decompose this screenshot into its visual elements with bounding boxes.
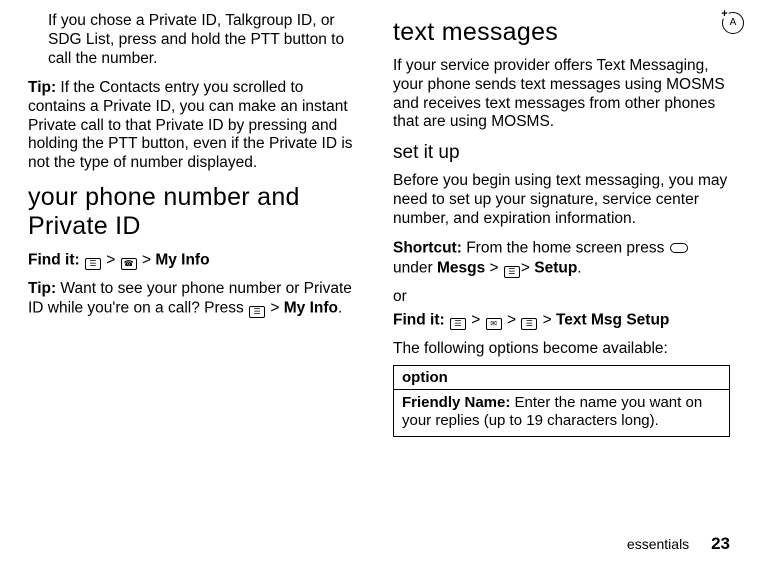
option-table: option Friendly Name: Enter the name you… (393, 365, 730, 437)
text-msg-setup-label: Text Msg Setup (556, 312, 669, 329)
page-footer: essentials 23 (627, 534, 730, 554)
right-paragraph-1: If your service provider offers Text Mes… (393, 57, 730, 133)
menu-icon: ☰ (85, 251, 101, 270)
tip-text: If the Contacts entry you scrolled to co… (28, 79, 353, 172)
friendly-name-label: Friendly Name: (402, 394, 510, 411)
messages-icon: ✉ (486, 311, 502, 330)
shortcut-line: Shortcut: From the home screen press und… (393, 239, 730, 278)
page-columns: If you chose a Private ID, Talkgroup ID,… (28, 12, 730, 437)
find-it-line-2: Find it: ☰ > ✉ > ☰ > Text Msg Setup (393, 311, 730, 331)
shortcut-text-b: under (393, 259, 437, 276)
shortcut-label: Shortcut: (393, 240, 462, 257)
left-tip2-paragraph: Tip: Want to see your phone number or Pr… (28, 280, 365, 318)
tip-label: Tip: (28, 79, 56, 96)
menu-icon: ☰ (521, 311, 537, 330)
softkey-icon (670, 239, 688, 258)
my-info-label-2: My Info (284, 300, 338, 317)
option-table-cell: Friendly Name: Enter the name you want o… (394, 390, 729, 436)
left-tip-paragraph: Tip: If the Contacts entry you scrolled … (28, 79, 365, 174)
menu-icon: ☰ (450, 311, 466, 330)
menu-icon: ☰ (249, 299, 265, 318)
tip2-label: Tip: (28, 280, 56, 297)
mesgs-label: Mesgs (437, 259, 485, 276)
shortcut-text-a: From the home screen press (462, 240, 669, 257)
find-it-label: Find it: (28, 251, 80, 268)
find-it-label-2: Find it: (393, 312, 445, 329)
page-number: 23 (711, 534, 730, 553)
menu-icon: ☰ (504, 259, 520, 278)
right-column: text messages If your service provider o… (393, 12, 730, 437)
composite-a-icon: A (722, 12, 744, 34)
tip2-text-c: . (338, 300, 342, 317)
option-table-header: option (394, 366, 729, 390)
or-text: or (393, 288, 730, 307)
feature-icon: A (722, 12, 744, 34)
right-paragraph-2: Before you begin using text messaging, y… (393, 172, 730, 229)
find-it-line: Find it: ☰ > ☎ > My Info (28, 251, 365, 271)
footer-label: essentials (627, 536, 689, 552)
left-heading: your phone number and Private ID (28, 183, 365, 241)
right-subheading: set it up (393, 142, 730, 164)
right-heading: text messages (393, 18, 730, 47)
shortcut-text-c: . (577, 259, 581, 276)
left-intro-paragraph: If you chose a Private ID, Talkgroup ID,… (48, 12, 365, 69)
left-column: If you chose a Private ID, Talkgroup ID,… (28, 12, 365, 437)
my-info-label: My Info (155, 251, 209, 268)
right-paragraph-3: The following options become available: (393, 340, 730, 359)
contact-card-icon: ☎ (121, 251, 137, 270)
setup-label: Setup (534, 259, 577, 276)
